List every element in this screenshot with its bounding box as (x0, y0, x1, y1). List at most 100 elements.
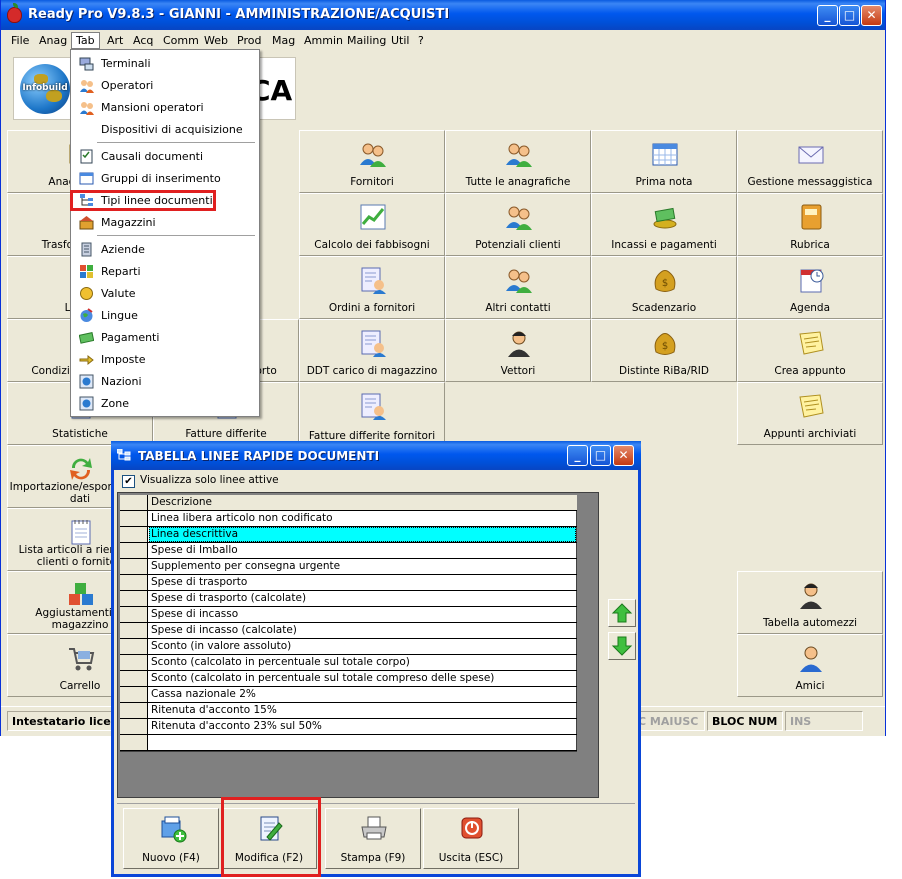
menu-item-operatori[interactable]: Operatori (73, 75, 257, 96)
menu-item-imposte[interactable]: Imposte (73, 349, 257, 370)
row-header[interactable] (120, 623, 148, 638)
menu-acq[interactable]: Acq (129, 32, 157, 49)
tile-calcolo-dei-fabbisogni[interactable]: Calcolo dei fabbisogni (299, 193, 445, 256)
menu-item-lingue[interactable]: Lingue (73, 305, 257, 326)
menu-item-terminali[interactable]: Terminali (73, 53, 257, 74)
row-description[interactable]: Sconto (in valore assoluto) (151, 640, 291, 652)
table-row[interactable]: Spese di incasso (calcolate) (120, 623, 577, 639)
row-description[interactable]: Sconto (calcolato in percentuale sul tot… (151, 672, 494, 684)
menu-mailing[interactable]: Mailing (343, 32, 390, 49)
row-description[interactable]: Spese di incasso (calcolate) (151, 624, 297, 636)
column-header-descrizione[interactable]: Descrizione (151, 496, 212, 508)
row-header[interactable] (120, 687, 148, 702)
row-description[interactable]: Spese di Imballo (151, 544, 238, 556)
row-header[interactable] (120, 703, 148, 718)
move-down-button[interactable] (608, 632, 636, 660)
menu-item-mansioni-operatori[interactable]: Mansioni operatori (73, 97, 257, 118)
row-description[interactable]: Linea libera articolo non codificato (151, 512, 333, 524)
tile-tabella-automezzi[interactable]: Tabella automezzi (737, 571, 883, 634)
tile-appunti-archiviati[interactable]: Appunti archiviati (737, 382, 883, 445)
tile-distinte-riba-rid[interactable]: $ Distinte RiBa/RID (591, 319, 737, 382)
row-description[interactable]: Linea descrittiva (151, 528, 238, 540)
tile-amici[interactable]: Amici (737, 634, 883, 697)
exit-button[interactable]: Uscita (ESC) (423, 808, 519, 869)
row-header[interactable] (120, 543, 148, 558)
row-header[interactable] (120, 655, 148, 670)
tile-ordini-a-fornitori[interactable]: Ordini a fornitori (299, 256, 445, 319)
table-row[interactable]: Linea libera articolo non codificato (120, 511, 577, 527)
table-row[interactable]: Cassa nazionale 2% (120, 687, 577, 703)
menu-art[interactable]: Art (103, 32, 127, 49)
row-description[interactable]: Cassa nazionale 2% (151, 688, 256, 700)
menu-web[interactable]: Web (200, 32, 232, 49)
menu-item-magazzini[interactable]: Magazzini (73, 212, 257, 233)
row-description[interactable]: Spese di trasporto (calcolate) (151, 592, 306, 604)
row-header[interactable] (120, 735, 148, 750)
active-only-checkbox[interactable]: ✔ (122, 475, 135, 488)
move-up-button[interactable] (608, 599, 636, 627)
tile-agenda[interactable]: Agenda (737, 256, 883, 319)
row-header[interactable] (120, 607, 148, 622)
menu-util[interactable]: Util (387, 32, 413, 49)
table-row[interactable]: Sconto (in valore assoluto) (120, 639, 577, 655)
dialog-title-bar[interactable]: TABELLA LINEE RAPIDE DOCUMENTI _ □ ✕ (111, 441, 641, 470)
menu-item-causali-documenti[interactable]: Causali documenti (73, 146, 257, 167)
minimize-button[interactable]: _ (817, 5, 838, 26)
dialog-maximize-button[interactable]: □ (590, 445, 611, 466)
table-row[interactable]: Spese di incasso (120, 607, 577, 623)
tile-tutte-le-anagrafiche[interactable]: Tutte le anagrafiche (445, 130, 591, 193)
row-header[interactable] (120, 671, 148, 686)
table-row[interactable]: Supplemento per consegna urgente (120, 559, 577, 575)
new-button[interactable]: Nuovo (F4) (123, 808, 219, 869)
tile-scadenzario[interactable]: $ Scadenzario (591, 256, 737, 319)
dialog-close-button[interactable]: ✕ (613, 445, 634, 466)
title-bar[interactable]: Ready Pro V9.8.3 - GIANNI - AMMINISTRAZI… (1, 0, 885, 30)
menu-comm[interactable]: Comm (159, 32, 203, 49)
table-row[interactable]: Ritenuta d'acconto 15% (120, 703, 577, 719)
tile-rubrica[interactable]: Rubrica (737, 193, 883, 256)
menu-mag[interactable]: Mag (268, 32, 299, 49)
tile-prima-nota[interactable]: Prima nota (591, 130, 737, 193)
row-description[interactable]: Spese di trasporto (151, 576, 247, 588)
row-description[interactable]: Ritenuta d'acconto 15% (151, 704, 277, 716)
print-button[interactable]: Stampa (F9) (325, 808, 421, 869)
dialog-minimize-button[interactable]: _ (567, 445, 588, 466)
menu-item-gruppi-di-inserimento[interactable]: Gruppi di inserimento (73, 168, 257, 189)
menu-prod[interactable]: Prod (233, 32, 265, 49)
menu-file[interactable]: File (7, 32, 33, 49)
menu-item-dispositivi-di-acquisizione[interactable]: Dispositivi di acquisizione (73, 119, 257, 140)
tile-crea-appunto[interactable]: Crea appunto (737, 319, 883, 382)
row-header[interactable] (120, 719, 148, 734)
menu-item-pagamenti[interactable]: Pagamenti (73, 327, 257, 348)
row-description[interactable]: Sconto (calcolato in percentuale sul tot… (151, 656, 410, 668)
close-button[interactable]: ✕ (861, 5, 882, 26)
tile-incassi-e-pagamenti[interactable]: Incassi e pagamenti (591, 193, 737, 256)
table-row[interactable]: Sconto (calcolato in percentuale sul tot… (120, 671, 577, 687)
row-description[interactable]: Ritenuta d'acconto 23% sul 50% (151, 720, 322, 732)
table-row[interactable]: Spese di trasporto (calcolate) (120, 591, 577, 607)
menu-item-reparti[interactable]: Reparti (73, 261, 257, 282)
row-header[interactable] (120, 575, 148, 590)
menu-ammin[interactable]: Ammin (300, 32, 347, 49)
table-row[interactable]: Sconto (calcolato in percentuale sul tot… (120, 655, 577, 671)
row-description[interactable]: Spese di incasso (151, 608, 238, 620)
tile-fornitori[interactable]: Fornitori (299, 130, 445, 193)
menu-anag[interactable]: Anag (35, 32, 71, 49)
tile-vettori[interactable]: Vettori (445, 319, 591, 382)
row-header[interactable] (120, 527, 148, 542)
menu-item-zone[interactable]: Zone (73, 393, 257, 414)
row-header[interactable] (120, 511, 148, 526)
tile-ddt-carico-di-magazzino[interactable]: DDT carico di magazzino (299, 319, 445, 382)
table-row[interactable] (120, 735, 577, 751)
menu-item-valute[interactable]: Valute (73, 283, 257, 304)
menu-tab[interactable]: Tab (71, 32, 100, 49)
row-header[interactable] (120, 591, 148, 606)
row-header[interactable] (120, 639, 148, 654)
table-row[interactable]: Ritenuta d'acconto 23% sul 50% (120, 719, 577, 735)
table-row[interactable]: Spese di trasporto (120, 575, 577, 591)
menu-item-nazioni[interactable]: Nazioni (73, 371, 257, 392)
tile-potenziali-clienti[interactable]: Potenziali clienti (445, 193, 591, 256)
tile-fatture-differite-fornitori[interactable]: Fatture differite fornitori (299, 382, 445, 445)
maximize-button[interactable]: □ (839, 5, 860, 26)
tile-gestione-messaggistica[interactable]: Gestione messaggistica (737, 130, 883, 193)
